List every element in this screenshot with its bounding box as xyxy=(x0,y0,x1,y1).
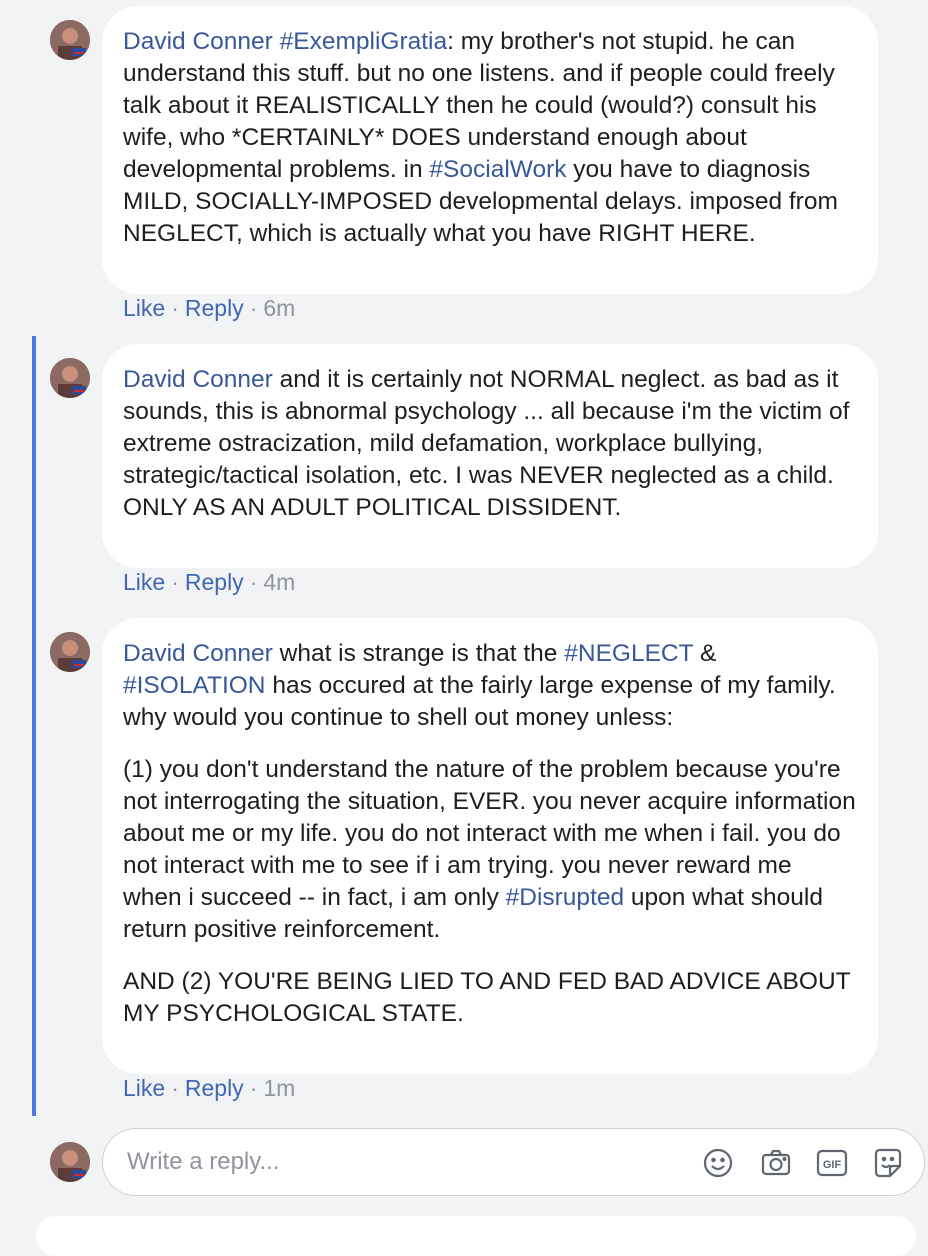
comment-actions: Like · Reply · 6m xyxy=(123,295,295,322)
comment-text: David Conner #ExempliGratia: my brother'… xyxy=(123,26,856,250)
avatar[interactable] xyxy=(50,632,90,672)
timestamp[interactable]: 4m xyxy=(263,569,295,596)
like-link[interactable]: Like xyxy=(123,1075,165,1102)
thread-line xyxy=(32,336,36,1116)
hashtag-link[interactable]: #ISOLATION xyxy=(123,672,266,699)
reply-box[interactable]: Write a reply... GIF xyxy=(102,1128,925,1196)
comment-text: (1) you don't understand the nature of t… xyxy=(123,754,856,946)
comment-actions: Like · Reply · 1m xyxy=(123,1075,295,1102)
hashtag-link[interactable]: #ExempliGratia xyxy=(280,28,447,55)
separator: · xyxy=(171,569,179,595)
reply-input[interactable]: Write a reply... xyxy=(127,1148,279,1176)
timestamp[interactable]: 6m xyxy=(263,295,295,322)
reply-link[interactable]: Reply xyxy=(185,295,244,322)
avatar[interactable] xyxy=(50,1142,90,1182)
comment-bubble: David Conner what is strange is that the… xyxy=(102,618,878,1074)
reply-link[interactable]: Reply xyxy=(185,1075,244,1102)
hashtag-link[interactable]: #Disrupted xyxy=(506,884,624,911)
separator: · xyxy=(249,295,258,321)
comment-text: David Conner what is strange is that the… xyxy=(123,638,856,734)
hashtag-link[interactable]: #NEGLECT xyxy=(564,640,693,667)
svg-text:GIF: GIF xyxy=(823,1159,842,1171)
gif-icon[interactable]: GIF xyxy=(815,1146,849,1180)
comment-text: David Conner and it is certainly not NOR… xyxy=(123,364,856,524)
author-name[interactable]: David Conner xyxy=(123,28,273,55)
author-name[interactable]: David Conner xyxy=(123,366,273,393)
reply-link[interactable]: Reply xyxy=(185,569,244,596)
comment-text-segment: what is strange is that the xyxy=(272,640,565,667)
avatar[interactable] xyxy=(50,20,90,60)
camera-icon[interactable] xyxy=(759,1146,793,1180)
emoji-icon[interactable] xyxy=(701,1146,735,1180)
hashtag-link[interactable]: #SocialWork xyxy=(429,156,566,183)
separator: · xyxy=(171,295,179,321)
separator: · xyxy=(249,1075,258,1101)
comment-text-segment: & xyxy=(693,640,717,667)
next-post-card xyxy=(36,1216,916,1256)
comment-text-segment: AND (2) YOU'RE BEING LIED TO AND FED BAD… xyxy=(123,968,851,1027)
timestamp[interactable]: 1m xyxy=(263,1075,295,1102)
avatar[interactable] xyxy=(50,358,90,398)
comment-actions: Like · Reply · 4m xyxy=(123,569,295,596)
comment-bubble: David Conner and it is certainly not NOR… xyxy=(102,344,878,568)
comment-bubble: David Conner #ExempliGratia: my brother'… xyxy=(102,6,878,294)
separator: · xyxy=(249,569,258,595)
author-name[interactable]: David Conner xyxy=(123,640,273,667)
like-link[interactable]: Like xyxy=(123,569,165,596)
sticker-icon[interactable] xyxy=(871,1146,905,1180)
comment-text: AND (2) YOU'RE BEING LIED TO AND FED BAD… xyxy=(123,966,856,1030)
comment-text-segment xyxy=(273,28,280,55)
separator: · xyxy=(171,1075,179,1101)
like-link[interactable]: Like xyxy=(123,295,165,322)
